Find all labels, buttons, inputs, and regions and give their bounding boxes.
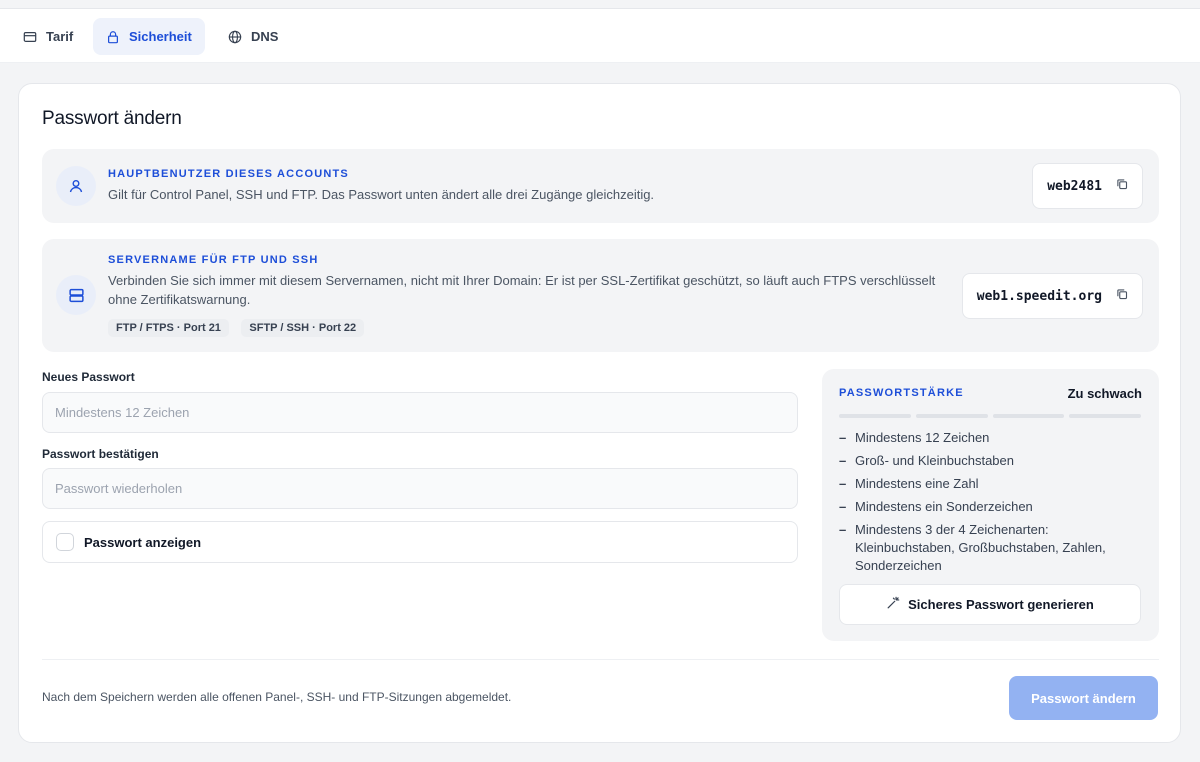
copy-icon[interactable] (1116, 177, 1128, 195)
new-password-input[interactable] (42, 392, 798, 433)
globe-icon (228, 30, 242, 44)
strength-segment (839, 414, 911, 418)
confirm-password-label: Passwort bestätigen (42, 447, 159, 461)
main-user-text: Gilt für Control Panel, SSH und FTP. Das… (108, 187, 655, 202)
footer-divider (42, 659, 1159, 660)
servername-value: web1.speedit.org (976, 288, 1102, 304)
tab-label: DNS (251, 29, 279, 44)
strength-kicker: PASSWORTSTÄRKE (839, 387, 964, 399)
rule-item: – Mindestens 3 der 4 Zeichenarten: Kleinb… (839, 522, 1106, 573)
main-user-info: HAUPTBENUTZER DIESES ACCOUNTS Gilt für C… (42, 149, 1159, 223)
strength-segment (992, 414, 1065, 418)
show-password-checkbox[interactable] (56, 533, 74, 551)
server-kicker: SERVERNAME FÜR FTP UND SSH (108, 254, 319, 266)
copy-icon[interactable] (1116, 287, 1128, 305)
servername-copy-box[interactable]: web1.speedit.org (961, 273, 1143, 319)
rule-item: – Mindestens eine Zahl (839, 476, 979, 491)
generate-password-button[interactable]: Sicheres Passwort generieren (839, 584, 1141, 625)
tab-tarif[interactable]: Tarif (10, 18, 86, 55)
show-password-label: Passwort anzeigen (84, 534, 202, 550)
show-password-toggle[interactable]: Passwort anzeigen (42, 521, 798, 563)
strength-segment (915, 414, 988, 418)
change-password-button[interactable]: Passwort ändern (1009, 676, 1158, 720)
tab-sicherheit[interactable]: Sicherheit (93, 18, 205, 55)
username-copy-box[interactable]: web2481 (1032, 163, 1143, 209)
username-value: web2481 (1047, 178, 1102, 194)
user-icon (56, 166, 96, 206)
strength-meter (839, 414, 1141, 418)
tab-dns[interactable]: DNS (215, 18, 291, 55)
confirm-password-input[interactable] (42, 468, 798, 509)
port-chip-ftp: FTP / FTPS · Port 21 (108, 319, 229, 337)
password-strength-panel: PASSWORTSTÄRKE Zu schwach – Mindestens 12… (822, 369, 1159, 641)
rule-item: – Mindestens 12 Zeichen (839, 430, 990, 445)
port-chip-ssh: SFTP / SSH · Port 22 (241, 319, 365, 337)
rule-marker: – (839, 499, 847, 514)
page-title: Passwort ändern (42, 108, 182, 129)
server-info: SERVERNAME FÜR FTP UND SSH Verbinden Sie… (42, 239, 1159, 352)
password-rules: – Mindestens 12 Zeichen – Groß- und Kleinb… (839, 429, 1139, 580)
magic-wand-icon (886, 596, 900, 613)
port-chips: FTP / FTPS · Port 21 SFTP / SSH · Port 2… (108, 318, 372, 337)
generate-password-label: Sicheres Passwort generieren (908, 597, 1094, 612)
lock-icon (106, 30, 120, 44)
rule-marker: – (839, 522, 847, 537)
rule-marker: – (839, 453, 847, 468)
card-icon (23, 30, 37, 44)
tab-label: Tarif (46, 29, 74, 44)
rule-item: – Groß- und Kleinbuchstaben (839, 453, 1014, 468)
top-nav: Tarif Sicherheit DNS (0, 8, 1200, 63)
server-icon (56, 275, 96, 315)
password-card: Passwort ändern HAUPTBENUTZER DIESES ACC… (18, 83, 1181, 743)
tab-label: Sicherheit (129, 29, 192, 44)
new-password-label: Neues Passwort (42, 370, 135, 384)
rule-item: – Mindestens ein Sonderzeichen (839, 499, 1033, 514)
strength-segment (1069, 414, 1141, 418)
rule-marker: – (839, 476, 847, 491)
main-user-kicker: HAUPTBENUTZER DIESES ACCOUNTS (108, 168, 349, 180)
strength-status: Zu schwach (1067, 386, 1142, 401)
logout-note: Nach dem Speichern werden alle offenen P… (42, 690, 512, 704)
server-text-line1: Verbinden Sie sich immer mit diesem Serv… (108, 273, 936, 288)
server-text-line2: ohne Zertifikatswarnung. (108, 292, 251, 307)
rule-marker: – (839, 430, 847, 445)
